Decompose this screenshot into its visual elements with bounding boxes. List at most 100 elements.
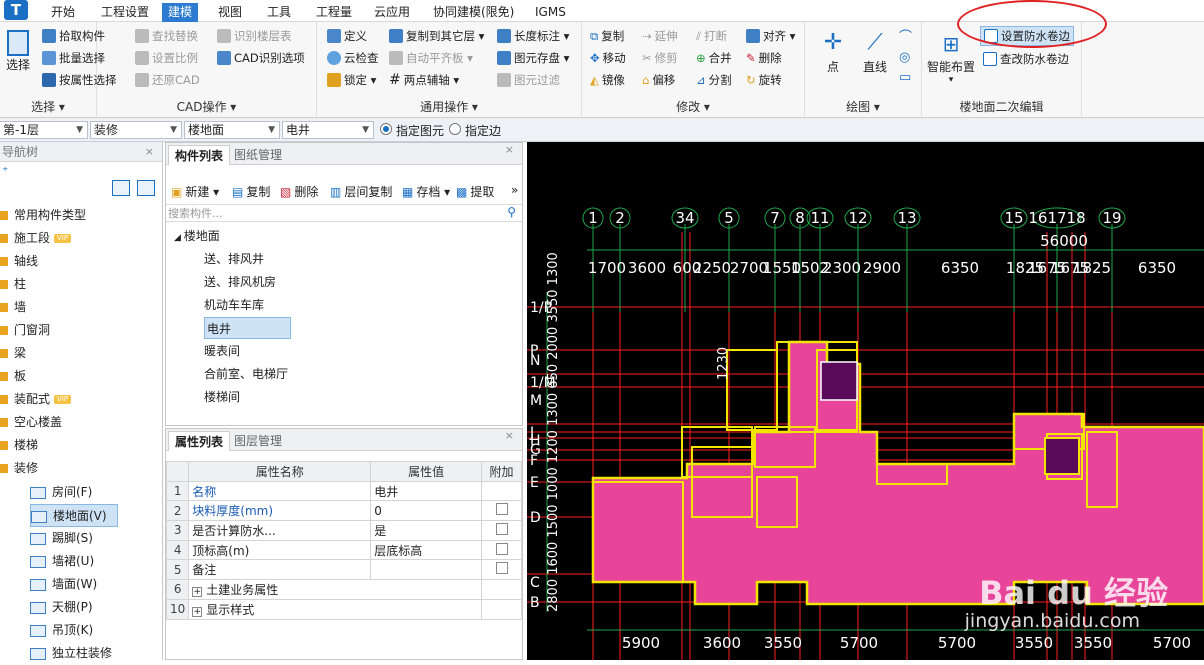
nav-item[interactable]: 装配式 VIP — [0, 388, 72, 411]
property-value[interactable]: 0 — [370, 500, 482, 522]
set-scale-button[interactable]: 设置比例 — [135, 48, 198, 68]
menu-start[interactable]: 开始 — [45, 3, 81, 22]
category-select[interactable]: 装修 ▼ — [90, 121, 182, 139]
delete-button[interactable]: ✎ 删除 — [746, 48, 782, 68]
component-select[interactable]: 电井 ▼ — [282, 121, 374, 139]
property-row[interactable]: 5 备注 — [165, 559, 522, 581]
close-icon[interactable]: × — [505, 429, 514, 442]
smart-layout-button[interactable]: ⊞ 智能布置 ▾ — [926, 30, 976, 85]
menu-collab[interactable]: 协同建模(限免) — [427, 3, 520, 22]
nav-item[interactable]: 常用构件类型 — [0, 204, 86, 227]
trim-button[interactable]: ✂ 修剪 — [642, 48, 678, 68]
tree-item[interactable]: 楼梯间 — [204, 386, 240, 408]
archive-button[interactable]: ▦ 存档 ▾ — [402, 183, 450, 200]
nav-item[interactable]: 轴线 — [0, 250, 38, 273]
nav-subitem[interactable]: 房间(F) — [30, 481, 118, 504]
auto-level-button[interactable]: 自动平齐板 ▾ — [389, 48, 473, 68]
more-button[interactable]: » — [511, 183, 518, 197]
nav-item[interactable]: 柱 — [0, 273, 26, 296]
tree-root[interactable]: ◢ 楼地面 — [174, 225, 220, 247]
menu-cloud[interactable]: 云应用 — [368, 3, 416, 22]
nav-subitem[interactable]: 墙面(W) — [30, 573, 118, 596]
close-icon[interactable]: × — [505, 143, 514, 156]
property-row[interactable]: 1 名称 电井 — [165, 480, 522, 502]
mirror-button[interactable]: ◭ 镜像 — [590, 70, 625, 90]
break-button[interactable]: ⫽ 打断 — [696, 26, 727, 46]
grid-view-icon[interactable] — [137, 180, 155, 196]
cloud-check-button[interactable]: 云检查 — [327, 48, 379, 68]
rotate-button[interactable]: ↻ 旋转 — [746, 70, 782, 90]
menu-project-settings[interactable]: 工程设置 — [95, 3, 155, 22]
pick-component-button[interactable]: 拾取构件 — [42, 26, 105, 46]
batch-select-button[interactable]: 批量选择 — [42, 48, 105, 68]
expand-icon[interactable]: + — [192, 586, 203, 597]
property-row[interactable]: 4 顶标高(m) 层底标高 — [165, 539, 522, 561]
length-dim-button[interactable]: 长度标注 ▾ — [497, 26, 569, 46]
view-waterproof-edge-button[interactable]: 查改防水卷边 — [983, 49, 1069, 69]
search-input[interactable]: 搜索构件... — [166, 204, 522, 222]
nav-subitem[interactable]: 墙裙(U) — [30, 550, 118, 573]
merge-button[interactable]: ⊕ 合并 — [696, 48, 732, 68]
tab-layer-manage[interactable]: 图层管理 — [228, 431, 288, 451]
property-value[interactable] — [370, 559, 482, 581]
split-button[interactable]: ⊿ 分割 — [696, 70, 732, 90]
nav-item[interactable]: 施工段 VIP — [0, 227, 72, 250]
line-button[interactable]: ⟋ 直线 — [857, 28, 893, 75]
extra-checkbox[interactable] — [495, 522, 508, 535]
tree-item[interactable]: 送、排风井 — [204, 248, 264, 270]
search-icon[interactable]: ⚲ — [507, 205, 516, 219]
define-button[interactable]: 定义 — [327, 26, 367, 46]
tab-drawing-manage[interactable]: 图纸管理 — [228, 145, 288, 165]
lock-button[interactable]: 锁定 ▾ — [327, 70, 376, 90]
floor-select[interactable]: 第-1层 ▼ — [0, 121, 88, 139]
tab-property-list[interactable]: 属性列表 — [168, 431, 231, 451]
offset-button[interactable]: ⌂ 偏移 — [642, 70, 675, 90]
type-select[interactable]: 楼地面 ▼ — [184, 121, 280, 139]
filter-button[interactable]: 图元过滤 — [497, 70, 560, 90]
property-row[interactable]: 6 + 土建业务属性 — [165, 579, 522, 600]
move-button[interactable]: ✥ 移动 — [590, 48, 626, 68]
select-button[interactable]: 选择 — [3, 30, 33, 73]
copy-comp-button[interactable]: ▤ 复制 — [232, 183, 270, 200]
tree-item[interactable]: 合前室、电梯厅 — [204, 363, 288, 385]
nav-subitem[interactable]: 踢脚(S) — [30, 527, 118, 550]
delete-comp-button[interactable]: ▧ 删除 — [280, 183, 318, 200]
extract-button[interactable]: ▩ 提取 — [456, 183, 494, 200]
radio-element[interactable] — [380, 123, 392, 135]
nav-item[interactable]: 装修 — [0, 457, 38, 480]
floor-copy-button[interactable]: ▥ 层间复制 — [330, 183, 392, 200]
property-value[interactable]: 电井 — [370, 480, 482, 502]
select-group-title[interactable]: 选择 ▾ — [0, 98, 96, 115]
tree-item[interactable]: 送、排风机房 — [204, 271, 276, 293]
save-element-button[interactable]: 图元存盘 ▾ — [497, 48, 569, 68]
tree-item[interactable]: 机动车车库 — [204, 294, 264, 316]
nav-subitem[interactable]: 楼地面(V) — [30, 504, 118, 527]
extra-checkbox[interactable] — [495, 503, 508, 516]
nav-subitem[interactable]: 吊顶(K) — [30, 619, 118, 642]
modify-group-title[interactable]: 修改 ▾ — [582, 98, 804, 115]
draw-group-title[interactable]: 绘图 ▾ — [805, 98, 921, 115]
copy-button[interactable]: ⧉ 复制 — [590, 26, 624, 46]
close-icon[interactable]: × — [145, 142, 154, 162]
nav-item[interactable]: 板 — [0, 365, 26, 388]
nav-item[interactable]: 梁 — [0, 342, 26, 365]
pin-icon[interactable]: ⁺ — [2, 164, 8, 178]
menu-tools[interactable]: 工具 — [261, 3, 297, 22]
radio-edge[interactable] — [449, 123, 461, 135]
find-replace-button[interactable]: 查找替换 — [135, 26, 198, 46]
property-value[interactable]: 是 — [370, 520, 482, 541]
nav-item[interactable]: 空心楼盖 — [0, 411, 62, 434]
property-row[interactable]: 10 + 显示样式 — [165, 598, 522, 620]
new-button[interactable]: ▣ 新建 ▾ — [171, 183, 219, 200]
extend-button[interactable]: ⇢ 延伸 — [642, 26, 678, 46]
nav-item[interactable]: 墙 — [0, 296, 26, 319]
two-point-axis-button[interactable]: # 两点辅轴 ▾ — [389, 70, 459, 90]
property-value[interactable]: 层底标高 — [370, 539, 482, 561]
tree-item[interactable]: 电井 — [204, 317, 291, 339]
property-row[interactable]: 3 是否计算防水... 是 — [165, 520, 522, 541]
align-button[interactable]: 对齐 ▾ — [746, 26, 795, 46]
menu-quantity[interactable]: 工程量 — [310, 3, 358, 22]
extra-checkbox[interactable] — [495, 542, 508, 555]
draw-extra-icons[interactable]: ⌒ ◎ ▭ — [899, 28, 912, 88]
nav-item[interactable]: 楼梯 — [0, 434, 38, 457]
